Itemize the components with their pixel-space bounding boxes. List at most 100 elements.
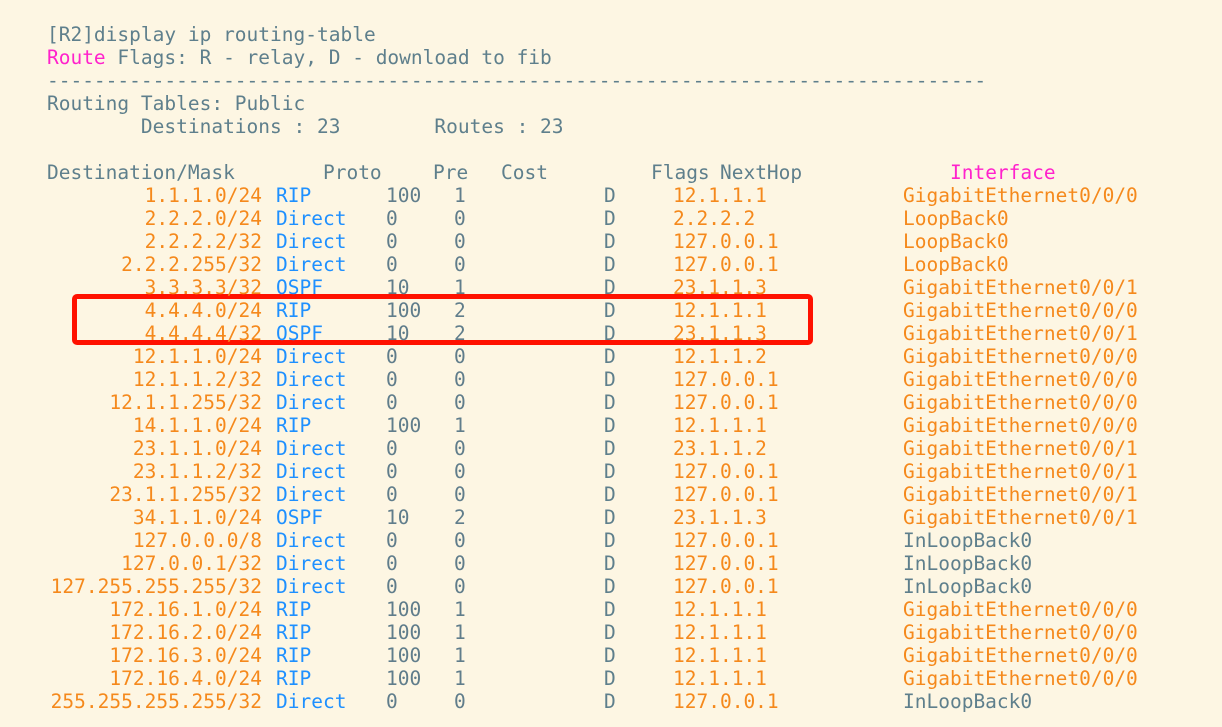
cell-nexthop: 12.1.1.2 xyxy=(673,345,767,368)
cell-destination-mask: 23.1.1.2/32 xyxy=(132,460,262,483)
cell-cost: 0 xyxy=(454,529,466,552)
cell-flags: D xyxy=(604,621,616,644)
cell-gap xyxy=(262,414,276,437)
cell-proto: RIP xyxy=(276,598,312,621)
cell-gap xyxy=(262,253,276,276)
cell-pre: 100 xyxy=(386,184,422,207)
cell-nexthop: 127.0.0.1 xyxy=(673,368,779,391)
cell-nexthop: 127.0.0.1 xyxy=(673,529,779,552)
cell-pre: 100 xyxy=(386,644,422,667)
cell-interface: InLoopBack0 xyxy=(903,690,1033,713)
cell-proto: OSPF xyxy=(276,322,323,345)
cell-pre: 0 xyxy=(386,460,398,483)
cell-gap xyxy=(262,207,276,230)
cell-gap xyxy=(262,598,276,621)
summary-counts-line: Destinations : 23 Routes : 23 xyxy=(0,92,1222,138)
terminal-window[interactable]: [R2]display ip routing-table Route Flags… xyxy=(0,0,1222,727)
routing-tables-label-line: Routing Tables: Public xyxy=(0,69,1222,115)
cell-interface: GigabitEthernet0/0/0 xyxy=(903,391,1138,414)
cell-pre: 0 xyxy=(386,483,398,506)
cell-destination-mask: 34.1.1.0/24 xyxy=(132,506,262,529)
cell-interface: GigabitEthernet0/0/1 xyxy=(903,460,1138,483)
cell-proto: RIP xyxy=(276,667,312,690)
cell-cost: 0 xyxy=(454,230,466,253)
cell-nexthop: 127.0.0.1 xyxy=(673,460,779,483)
cell-flags: D xyxy=(604,276,616,299)
cell-interface: InLoopBack0 xyxy=(903,529,1033,552)
cell-gap xyxy=(262,299,276,322)
cell-interface: GigabitEthernet0/0/0 xyxy=(903,644,1138,667)
cell-nexthop: 12.1.1.1 xyxy=(673,644,767,667)
cell-gap xyxy=(262,667,276,690)
cell-interface: GigabitEthernet0/0/0 xyxy=(903,414,1138,437)
cell-destination-mask: 4.4.4.0/24 xyxy=(144,299,262,322)
cell-nexthop: 12.1.1.1 xyxy=(673,299,767,322)
cell-destination-mask: 127.0.0.0/8 xyxy=(132,529,262,552)
cell-flags: D xyxy=(604,690,616,713)
cell-interface: GigabitEthernet0/0/0 xyxy=(903,667,1138,690)
cell-nexthop: 127.0.0.1 xyxy=(673,230,779,253)
cell-cost: 1 xyxy=(454,276,466,299)
routing-table-body: 1.1.1.0/24 RIP 100 1 D 12.1.1.1 GigabitEthern… xyxy=(0,184,1222,713)
cell-proto: RIP xyxy=(276,621,312,644)
cell-destination-mask: 1.1.1.0/24 xyxy=(144,184,262,207)
table-row: 3.3.3.3/32 OSPF 10 1 D 23.1.1.3 GigabitEthern… xyxy=(0,276,1222,299)
cell-interface: GigabitEthernet0/0/0 xyxy=(903,184,1138,207)
cell-nexthop: 12.1.1.1 xyxy=(673,667,767,690)
cell-flags: D xyxy=(604,322,616,345)
cell-flags: D xyxy=(604,529,616,552)
cell-destination-mask: 12.1.1.2/32 xyxy=(132,368,262,391)
cell-interface: InLoopBack0 xyxy=(903,552,1033,575)
cell-interface: GigabitEthernet0/0/0 xyxy=(903,621,1138,644)
cell-nexthop: 127.0.0.1 xyxy=(673,575,779,598)
cell-pre: 0 xyxy=(386,437,398,460)
table-row: 1.1.1.0/24 RIP 100 1 D 12.1.1.1 GigabitEthern… xyxy=(0,184,1222,207)
cell-flags: D xyxy=(604,253,616,276)
cell-destination-mask: 172.16.1.0/24 xyxy=(109,598,262,621)
cell-destination-mask: 172.16.2.0/24 xyxy=(109,621,262,644)
cell-flags: D xyxy=(604,437,616,460)
cell-destination-mask: 14.1.1.0/24 xyxy=(132,414,262,437)
cell-nexthop: 12.1.1.1 xyxy=(673,621,767,644)
cell-pre: 0 xyxy=(386,690,398,713)
cell-pre: 10 xyxy=(386,322,410,345)
table-row: 2.2.2.0/24 Direct 0 0 D 2.2.2.2 LoopBack0 xyxy=(0,207,1222,230)
cell-pre: 100 xyxy=(386,299,422,322)
cell-proto: Direct xyxy=(276,460,347,483)
cell-pre: 10 xyxy=(386,506,410,529)
cell-destination-mask: 255.255.255.255/32 xyxy=(50,690,262,713)
cell-nexthop: 127.0.0.1 xyxy=(673,391,779,414)
cell-flags: D xyxy=(604,552,616,575)
cell-interface: LoopBack0 xyxy=(903,230,1009,253)
cell-pre: 0 xyxy=(386,529,398,552)
cell-cost: 1 xyxy=(454,667,466,690)
table-row: 23.1.1.0/24 Direct 0 0 D 23.1.1.2 GigabitEthe… xyxy=(0,437,1222,460)
cell-proto: OSPF xyxy=(276,506,323,529)
cell-pre: 100 xyxy=(386,621,422,644)
cell-pre: 0 xyxy=(386,552,398,575)
cell-flags: D xyxy=(604,644,616,667)
cell-flags: D xyxy=(604,391,616,414)
cell-gap xyxy=(262,483,276,506)
cell-pre: 100 xyxy=(386,667,422,690)
cell-interface: LoopBack0 xyxy=(903,207,1009,230)
cell-cost: 1 xyxy=(454,621,466,644)
cell-gap xyxy=(262,552,276,575)
cell-cost: 1 xyxy=(454,414,466,437)
cell-cost: 1 xyxy=(454,184,466,207)
cell-destination-mask: 3.3.3.3/32 xyxy=(144,276,262,299)
table-row: 14.1.1.0/24 RIP 100 1 D 12.1.1.1 GigabitEther… xyxy=(0,414,1222,437)
cell-cost: 0 xyxy=(454,437,466,460)
cell-destination-mask: 4.4.4.4/32 xyxy=(144,322,262,345)
table-row: 4.4.4.4/32 OSPF 10 2 D 23.1.1.3 GigabitEthern… xyxy=(0,322,1222,345)
cell-destination-mask: 172.16.3.0/24 xyxy=(109,644,262,667)
cell-gap xyxy=(262,621,276,644)
cell-flags: D xyxy=(604,414,616,437)
cell-cost: 0 xyxy=(454,483,466,506)
cell-flags: D xyxy=(604,483,616,506)
cell-nexthop: 127.0.0.1 xyxy=(673,552,779,575)
cell-proto: RIP xyxy=(276,414,312,437)
cell-proto: RIP xyxy=(276,299,312,322)
cell-destination-mask: 172.16.4.0/24 xyxy=(109,667,262,690)
